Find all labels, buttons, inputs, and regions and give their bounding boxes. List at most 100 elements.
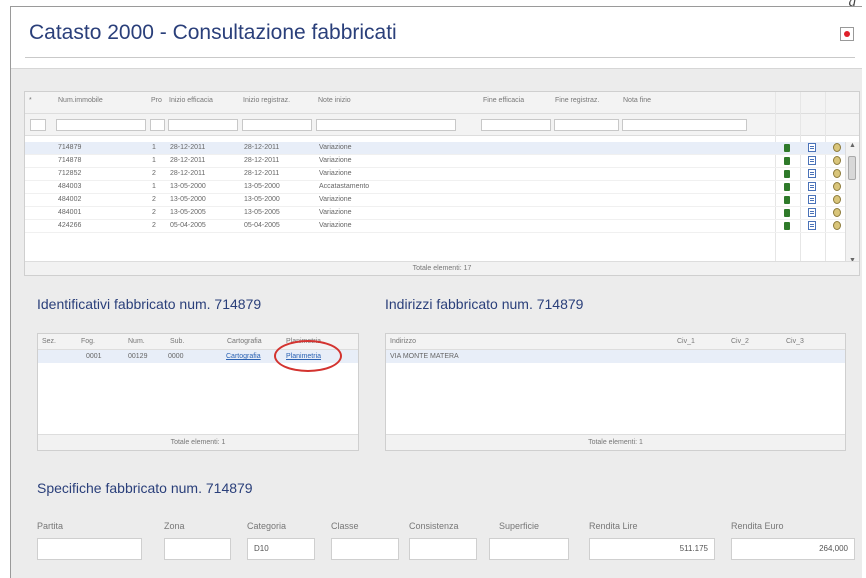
col-header-sub[interactable]: Sub. — [170, 338, 184, 345]
document-green-icon[interactable] — [784, 144, 790, 152]
table-row[interactable]: 712852 2 28-12-2011 28-12-2011 Variazion… — [25, 168, 859, 181]
partita-field[interactable] — [37, 538, 142, 560]
indirizzi-panel: Indirizzo Civ_1 Civ_2 Civ_3 VIA MONTE MA… — [385, 333, 846, 451]
filter-note-inizio[interactable] — [316, 119, 456, 131]
col-header-pro[interactable]: Pro — [151, 97, 162, 104]
cell-inizio-efficacia: 13-05-2000 — [170, 196, 206, 203]
sheet-list-icon[interactable] — [808, 208, 816, 217]
table-row[interactable]: VIA MONTE MATERA — [386, 350, 845, 363]
col-header-civ-1[interactable]: Civ_1 — [677, 338, 695, 345]
cell-inizio-registraz: 13-05-2005 — [244, 209, 280, 216]
cell-pro: 2 — [152, 209, 156, 216]
cell-note-inizio: Variazione — [319, 209, 352, 216]
grid-scrollbar[interactable]: ▲ ▼ — [845, 142, 859, 264]
document-green-icon[interactable] — [784, 196, 790, 204]
categoria-field[interactable]: D10 — [247, 538, 315, 560]
cell-pro: 2 — [152, 170, 156, 177]
zona-field[interactable] — [164, 538, 231, 560]
indirizzi-total-count: Totale elementi: 1 — [386, 434, 845, 450]
cell-inizio-registraz: 13-05-2000 — [244, 196, 280, 203]
label-rendita-lire: Rendita Lire — [589, 521, 638, 531]
document-green-icon[interactable] — [784, 222, 790, 230]
col-header-num[interactable]: Num. — [128, 338, 145, 345]
cell-inizio-registraz: 13-05-2000 — [244, 183, 280, 190]
col-header-inizio-efficacia[interactable]: Inizio efficacia — [169, 97, 213, 104]
close-button[interactable] — [840, 27, 854, 41]
cell-num-immobile: 714878 — [58, 157, 82, 164]
col-header-fine-efficacia[interactable]: Fine efficacia — [483, 97, 524, 104]
col-header-star[interactable]: * — [29, 97, 32, 104]
superficie-field[interactable] — [489, 538, 569, 560]
magnify-detail-icon[interactable] — [833, 195, 841, 204]
table-row[interactable]: 484001 2 13-05-2005 13-05-2005 Variazion… — [25, 207, 859, 220]
filter-nota-fine[interactable] — [622, 119, 747, 131]
grid-total-count: Totale elementi: 17 — [25, 261, 859, 275]
magnify-detail-icon[interactable] — [833, 169, 841, 178]
document-green-icon[interactable] — [784, 209, 790, 217]
filter-fine-registraz[interactable] — [554, 119, 619, 131]
scroll-up-arrow-icon[interactable]: ▲ — [849, 142, 856, 149]
filter-fine-efficacia[interactable] — [481, 119, 551, 131]
label-categoria: Categoria — [247, 521, 287, 531]
col-header-sez[interactable]: Sez. — [42, 338, 56, 345]
consistenza-field[interactable] — [409, 538, 477, 560]
cell-num-immobile: 714879 — [58, 144, 82, 151]
sheet-list-icon[interactable] — [808, 169, 816, 178]
table-row[interactable]: 484003 1 13-05-2000 13-05-2000 Accatasta… — [25, 181, 859, 194]
window-title: Catasto 2000 - Consultazione fabbricati — [29, 21, 397, 44]
table-row[interactable]: 714878 1 28-12-2011 28-12-2011 Variazion… — [25, 155, 859, 168]
cell-note-inizio: Variazione — [319, 196, 352, 203]
sheet-list-icon[interactable] — [808, 195, 816, 204]
table-row[interactable]: 714879 1 28-12-2011 28-12-2011 Variazion… — [25, 142, 859, 155]
cell-note-inizio: Accatastamento — [319, 183, 370, 190]
planimetria-highlight-circle — [274, 340, 342, 372]
document-green-icon[interactable] — [784, 183, 790, 191]
col-header-nota-fine[interactable]: Nota fine — [623, 97, 651, 104]
magnify-detail-icon[interactable] — [833, 221, 841, 230]
col-header-note-inizio[interactable]: Note inizio — [318, 97, 351, 104]
scroll-thumb[interactable] — [848, 156, 856, 180]
filter-star[interactable] — [30, 119, 46, 131]
filter-pro[interactable] — [150, 119, 165, 131]
filter-inizio-registraz[interactable] — [242, 119, 312, 131]
table-row[interactable]: 484002 2 13-05-2000 13-05-2000 Variazion… — [25, 194, 859, 207]
title-bar: Catasto 2000 - Consultazione fabbricati — [11, 7, 862, 69]
sheet-list-icon[interactable] — [808, 221, 816, 230]
document-green-icon[interactable] — [784, 157, 790, 165]
magnify-detail-icon[interactable] — [833, 208, 841, 217]
sheet-list-icon[interactable] — [808, 182, 816, 191]
cell-num-immobile: 424266 — [58, 222, 82, 229]
col-header-indirizzo[interactable]: Indirizzo — [390, 338, 416, 345]
rendita-euro-field[interactable]: 264,000 — [731, 538, 855, 560]
indirizzi-title: Indirizzi fabbricato num. 714879 — [385, 296, 584, 312]
col-header-num-immobile[interactable]: Num.immobile — [58, 97, 103, 104]
cartografia-link[interactable]: Cartografia — [226, 353, 261, 360]
col-header-cartografia[interactable]: Cartografia — [227, 338, 262, 345]
filter-num-immobile[interactable] — [56, 119, 146, 131]
col-header-fog[interactable]: Fog. — [81, 338, 95, 345]
table-row[interactable]: 424266 2 05-04-2005 05-04-2005 Variazion… — [25, 220, 859, 233]
classe-field[interactable] — [331, 538, 399, 560]
filter-inizio-efficacia[interactable] — [168, 119, 238, 131]
cell-num-immobile: 484003 — [58, 183, 82, 190]
cell-note-inizio: Variazione — [319, 157, 352, 164]
specifiche-title: Specifiche fabbricato num. 714879 — [37, 480, 253, 496]
cell-note-inizio: Variazione — [319, 222, 352, 229]
magnify-detail-icon[interactable] — [833, 143, 841, 152]
label-consistenza: Consistenza — [409, 521, 459, 531]
magnify-detail-icon[interactable] — [833, 156, 841, 165]
cell-inizio-registraz: 05-04-2005 — [244, 222, 280, 229]
magnify-detail-icon[interactable] — [833, 182, 841, 191]
col-header-civ-3[interactable]: Civ_3 — [786, 338, 804, 345]
rendita-lire-field[interactable]: 511.175 — [589, 538, 715, 560]
label-zona: Zona — [164, 521, 185, 531]
sheet-list-icon[interactable] — [808, 143, 816, 152]
col-header-inizio-registraz[interactable]: Inizio registraz. — [243, 97, 290, 104]
sheet-list-icon[interactable] — [808, 156, 816, 165]
document-green-icon[interactable] — [784, 170, 790, 178]
label-classe: Classe — [331, 521, 359, 531]
cell-fog: 0001 — [86, 353, 102, 360]
identificativi-title: Identificativi fabbricato num. 714879 — [37, 296, 262, 312]
col-header-fine-registraz[interactable]: Fine registraz. — [555, 97, 599, 104]
col-header-civ-2[interactable]: Civ_2 — [731, 338, 749, 345]
